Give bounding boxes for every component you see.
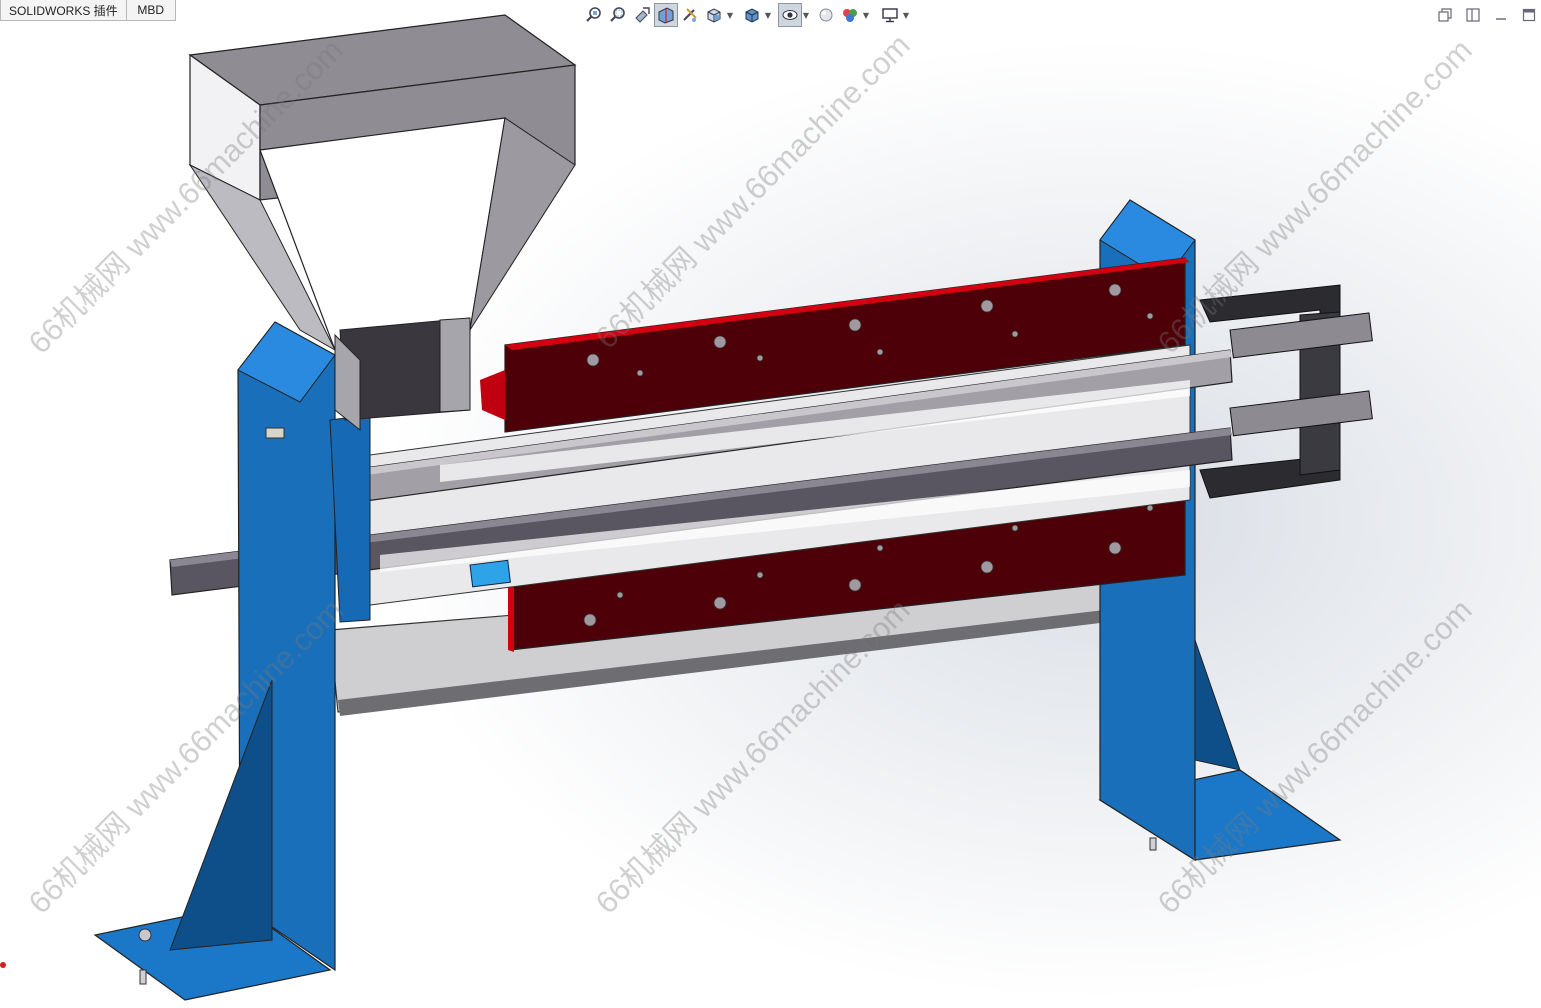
chevron-down-icon[interactable]: ▼ (902, 11, 910, 20)
cad-model-extruder[interactable] (0, 0, 1541, 1008)
zoom-to-fit-icon[interactable] (582, 3, 606, 27)
origin-triad-icon (0, 955, 8, 968)
previous-view-icon[interactable] (630, 3, 654, 27)
chevron-down-icon[interactable]: ▼ (726, 11, 734, 20)
chevron-down-icon[interactable]: ▼ (764, 11, 772, 20)
chevron-down-icon[interactable]: ▼ (802, 11, 810, 20)
chevron-down-icon[interactable]: ▼ (862, 11, 870, 20)
tab-mbd[interactable]: MBD (126, 0, 176, 21)
apply-scene-icon[interactable] (838, 3, 862, 27)
command-manager-tabs: SOLIDWORKS 插件 MBD (0, 0, 176, 22)
drive-couplings (1199, 284, 1373, 499)
section-view-icon[interactable] (654, 3, 678, 27)
restore-icon[interactable] (1433, 4, 1457, 26)
zoom-to-area-icon[interactable] (606, 3, 630, 27)
tile-icon[interactable] (1461, 4, 1485, 26)
tab-solidworks-addins[interactable]: SOLIDWORKS 插件 (0, 0, 127, 21)
view-settings-icon[interactable] (878, 3, 902, 27)
heads-up-view-toolbar: ▼ ▼ ▼ ▼ ▼ (582, 2, 910, 28)
edit-appearance-icon[interactable] (814, 3, 838, 27)
left-support-stand (93, 321, 371, 1001)
display-style-icon[interactable] (740, 3, 764, 27)
viewport-window-controls (1433, 4, 1541, 26)
dynamic-annotation-icon[interactable] (678, 3, 702, 27)
maximize-icon[interactable] (1517, 4, 1541, 26)
view-orientation-icon[interactable] (702, 3, 726, 27)
hide-show-items-icon[interactable] (778, 3, 802, 27)
minimize-icon[interactable] (1489, 4, 1513, 26)
